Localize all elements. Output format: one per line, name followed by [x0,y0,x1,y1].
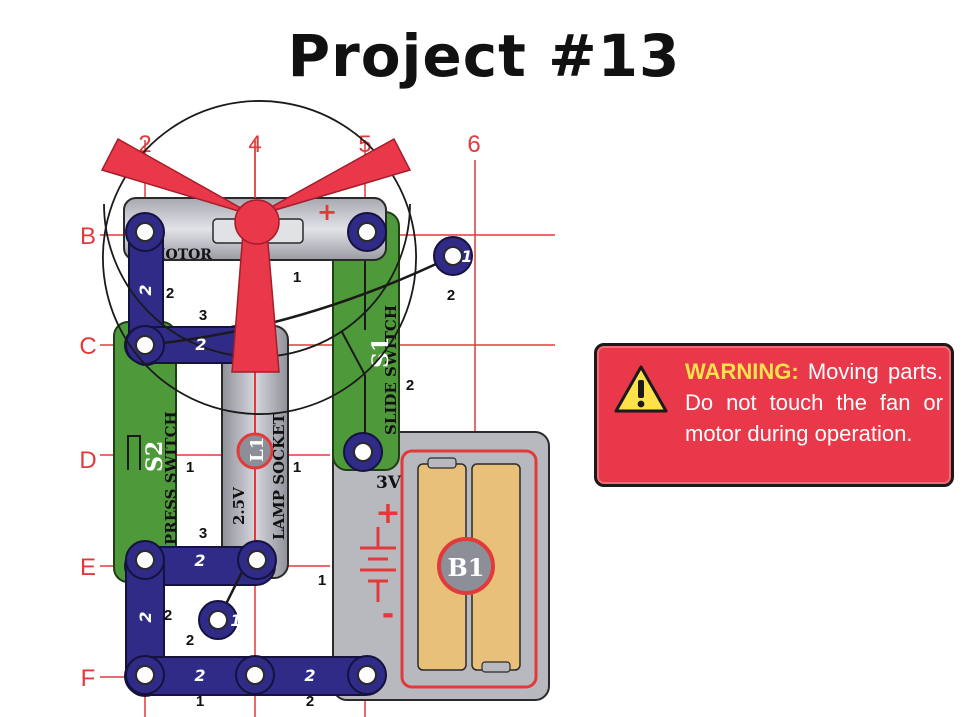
warning-box: WARNING: Moving parts. Do not touch the … [594,343,954,487]
level-jumper-b: 2 [447,287,455,304]
snap-value-jumper-b: 1 [461,247,472,266]
battery-voltage: 3V [376,473,402,493]
warning-label: WARNING: [685,359,799,384]
snap-value-c: 2 [195,335,206,354]
press-switch-id: S2 [142,441,168,472]
level-e: 3 [199,525,207,542]
snap-value-f-right: 2 [304,666,315,685]
motor-polarity: + [317,198,337,226]
press-switch-label: PRESS SWITCH [162,411,180,545]
grid-col-6: 6 [467,131,480,158]
battery-id: B1 [448,553,485,582]
battery-minus: - [382,597,394,632]
snap-value-jumper-e: 1 [230,611,241,630]
warning-triangle-icon [614,365,668,413]
level-motor: 1 [293,269,301,286]
slide-switch-label: SLIDE SWITCH [382,305,400,435]
snap-value-e: 2 [194,551,205,570]
level-f-right: 2 [306,693,314,710]
grid-row-d: D [79,447,96,474]
lamp-label: LAMP SOCKET [270,412,288,540]
snap-value-b-left: 2 [136,284,155,295]
grid-row-b: B [80,223,96,250]
lamp-voltage: 2.5V [230,487,248,525]
level-jumper-e: 2 [186,632,194,649]
level-c: 3 [199,307,207,324]
level-e-f: 2 [164,607,172,624]
grid-row-c: C [79,333,96,360]
level-press-switch: 1 [186,459,194,476]
battery-plus: + [375,496,400,531]
snap-value-f-left: 2 [194,666,205,685]
level-battery: 1 [318,572,326,589]
lamp-id: L1 [247,437,268,462]
level-lamp: 1 [293,459,301,476]
grid-row-e: E [80,554,96,581]
slide-switch-id: S1 [368,337,394,368]
warning-message: WARNING: Moving parts. Do not touch the … [685,356,943,449]
level-b-left: 2 [166,285,174,302]
level-slide-switch: 2 [406,377,414,394]
grid-row-f: F [81,665,96,692]
level-f-left: 1 [196,693,204,710]
snap-value-e-f: 2 [136,611,155,622]
